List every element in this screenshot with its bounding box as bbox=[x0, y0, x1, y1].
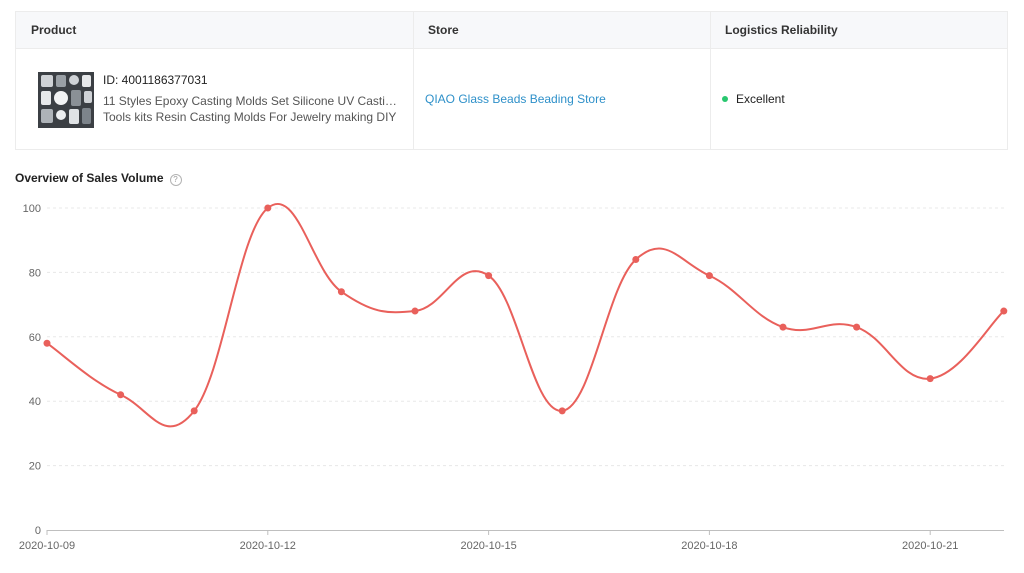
status-dot-icon bbox=[722, 96, 728, 102]
data-point[interactable] bbox=[411, 307, 419, 315]
data-point[interactable] bbox=[779, 323, 787, 331]
header-logistics: Logistics Reliability bbox=[725, 23, 838, 37]
column-divider bbox=[413, 12, 414, 149]
x-tick-label: 2020-10-18 bbox=[681, 540, 737, 552]
table-header: Product Store Logistics Reliability bbox=[16, 12, 1007, 49]
y-tick-label: 100 bbox=[23, 203, 41, 215]
chart-title: Overview of Sales Volume? bbox=[15, 171, 182, 186]
data-point[interactable] bbox=[485, 272, 493, 280]
store-link[interactable]: QIAO Glass Beads Beading Store bbox=[425, 92, 606, 106]
y-tick-label: 80 bbox=[29, 267, 41, 279]
header-product: Product bbox=[31, 23, 77, 37]
sales-volume-chart: 0 20 40 60 80 100 2020-10-09 2020-10-12 2020-10-… bbox=[19, 203, 1008, 552]
y-tick-label: 40 bbox=[29, 396, 41, 408]
y-tick-label: 0 bbox=[35, 525, 41, 537]
data-point[interactable] bbox=[926, 375, 934, 383]
product-thumbnail[interactable] bbox=[38, 72, 94, 128]
product-id: ID: 4001186377031 bbox=[103, 73, 208, 87]
logistics-status-label: Excellent bbox=[736, 92, 785, 106]
data-point[interactable] bbox=[1000, 307, 1008, 315]
product-title[interactable]: 11 Styles Epoxy Casting Molds Set Silico… bbox=[103, 93, 398, 125]
data-point[interactable] bbox=[264, 204, 272, 212]
data-point[interactable] bbox=[632, 256, 640, 264]
x-tick-label: 2020-10-12 bbox=[240, 540, 296, 552]
product-table: Product Store Logistics Reliability ID: … bbox=[15, 11, 1008, 150]
column-divider bbox=[710, 12, 711, 149]
header-store: Store bbox=[428, 23, 459, 37]
x-tick-label: 2020-10-21 bbox=[902, 540, 958, 552]
data-point[interactable] bbox=[705, 272, 713, 280]
data-point[interactable] bbox=[558, 407, 566, 415]
series-line bbox=[46, 203, 1005, 428]
y-tick-label: 60 bbox=[29, 332, 41, 344]
data-point[interactable] bbox=[853, 323, 861, 331]
x-tick-label: 2020-10-15 bbox=[460, 540, 516, 552]
product-title-line1: 11 Styles Epoxy Casting Molds Set Silico… bbox=[103, 94, 398, 108]
data-point[interactable] bbox=[117, 391, 125, 399]
question-circle-icon[interactable]: ? bbox=[169, 174, 182, 186]
y-tick-label: 20 bbox=[29, 461, 41, 473]
data-point[interactable] bbox=[337, 288, 345, 296]
data-point[interactable] bbox=[43, 339, 51, 347]
chart-title-text: Overview of Sales Volume bbox=[15, 171, 164, 185]
logistics-status: Excellent bbox=[722, 92, 785, 106]
x-tick-label: 2020-10-09 bbox=[19, 540, 75, 552]
data-point[interactable] bbox=[190, 407, 198, 415]
product-title-line2: Tools kits Resin Casting Molds For Jewel… bbox=[103, 110, 397, 124]
